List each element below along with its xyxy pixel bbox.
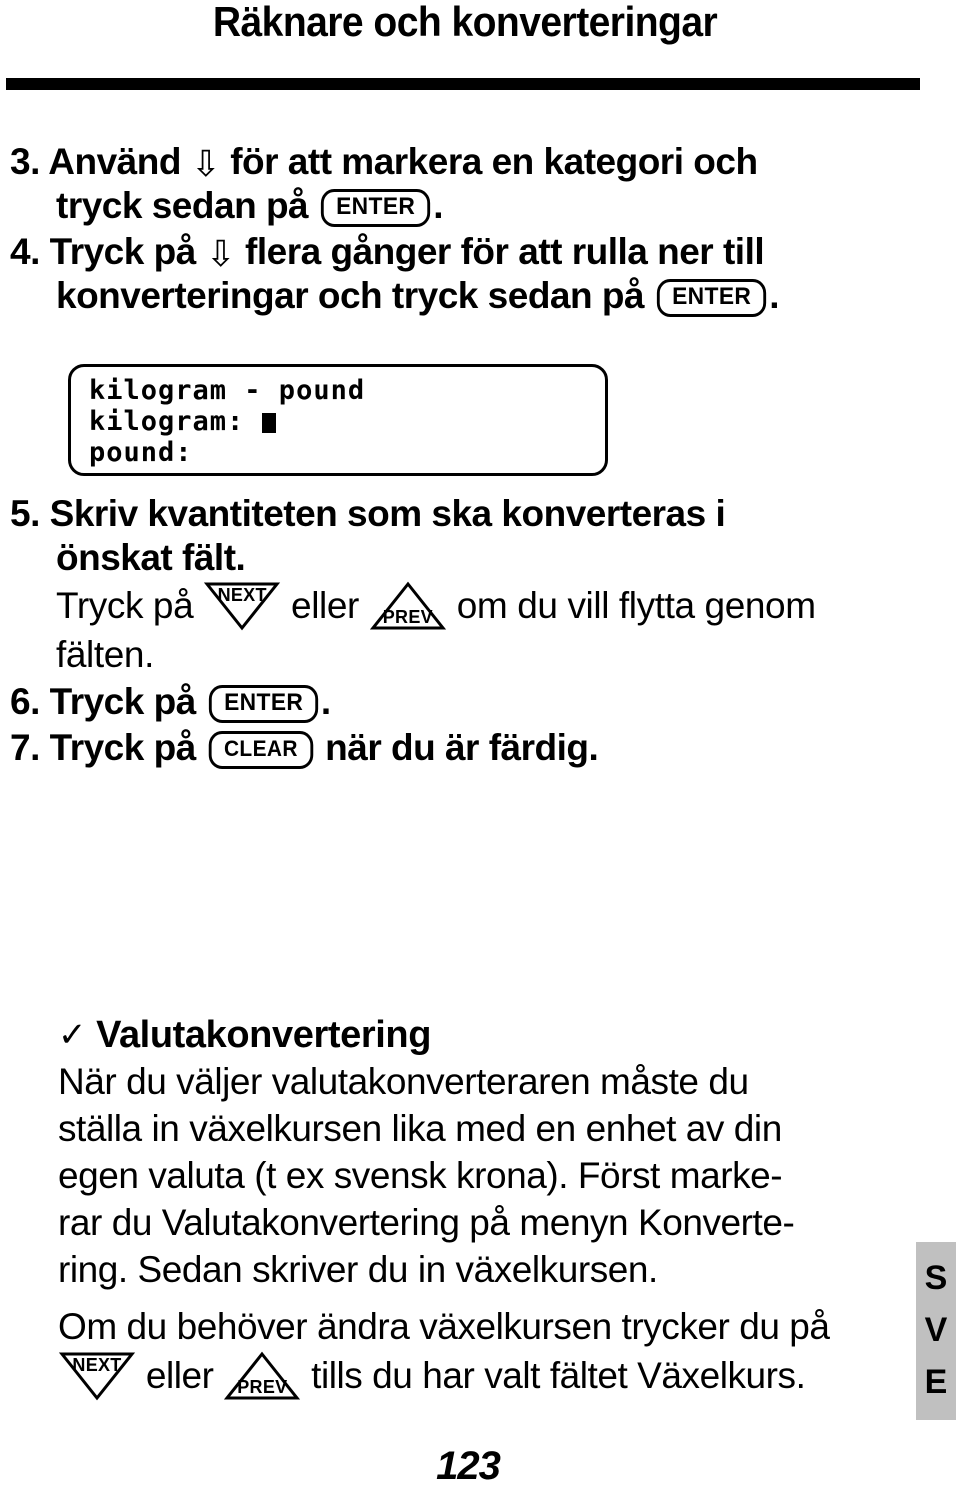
lcd-line-1: kilogram - pound xyxy=(89,375,366,406)
title-divider-rule xyxy=(6,78,920,90)
down-arrow-icon: ⇩ xyxy=(205,233,236,274)
cursor-block-icon xyxy=(261,413,276,433)
step-4: 4. Tryck på ⇩ flera gånger för att rulla… xyxy=(10,230,940,318)
step-3-text-after-key: . xyxy=(433,185,444,226)
side-tab-letters: S V E xyxy=(916,1252,956,1408)
next-key-label: NEXT xyxy=(217,585,267,605)
section-heading-text: Valutakonvertering xyxy=(96,1014,432,1056)
paragraph-2-text-between: eller xyxy=(136,1355,224,1396)
paragraph-line: ställa in växelkursen lika med en enhet … xyxy=(58,1108,782,1149)
step-5-text-between: eller xyxy=(281,585,369,626)
enter-key-icon[interactable]: ENTER xyxy=(208,685,319,723)
side-tab-letter: V xyxy=(924,1311,948,1349)
enter-key-icon[interactable]: ENTER xyxy=(320,189,431,227)
next-key-icon[interactable]: NEXT xyxy=(203,580,281,632)
enter-key-icon[interactable]: ENTER xyxy=(656,279,767,317)
side-tab-letter: S xyxy=(924,1259,948,1297)
paragraph-line: ring. Sedan skriver du in växelkursen. xyxy=(58,1249,658,1290)
paragraph-line-with-keys: NEXT eller PREV tills du har valt fältet… xyxy=(58,1350,938,1402)
prev-key-label: PREV xyxy=(382,607,433,627)
paragraph-line: egen valuta (t ex svensk krona). Först m… xyxy=(58,1155,783,1196)
next-key-icon[interactable]: NEXT xyxy=(58,1350,136,1402)
lcd-line-3-label: pound: xyxy=(89,437,193,468)
step-5-line-1: Skriv kvantiteten som ska konverteras i xyxy=(49,493,726,534)
step-6-text-after-key: . xyxy=(320,681,331,722)
side-tab-letter: E xyxy=(924,1363,948,1401)
step-4-text-before-key: konverteringar och tryck sedan på xyxy=(56,275,654,316)
section-heading: ✓ Valutakonvertering xyxy=(58,1012,938,1058)
paragraph-line: När du väljer valutakonverteraren måste … xyxy=(58,1061,749,1102)
step-7-text-after-key: när du är färdig. xyxy=(315,727,599,768)
lcd-display-illustration: kilogram - pound kilogram: pound: xyxy=(68,364,608,476)
page-number-value: 123 xyxy=(436,1444,501,1488)
currency-conversion-section: ✓ Valutakonvertering När du väljer valuta… xyxy=(58,1012,938,1402)
next-key-label: NEXT xyxy=(72,1355,122,1375)
step-5: 5. Skriv kvantiteten som ska konverteras… xyxy=(10,492,940,678)
step-5-sub-line-1: Tryck på NEXT eller PREV om du vill flyt… xyxy=(10,580,940,632)
step-4-text-after-key: . xyxy=(769,275,779,316)
step-3-text-before-arrow: Använd xyxy=(48,141,191,182)
page-number: 123 xyxy=(0,1444,940,1489)
step-3: 3. Använd ⇩ för att markera en kategori … xyxy=(10,140,940,228)
checkmark-icon: ✓ xyxy=(58,1016,87,1054)
step-3-text-before-key: tryck sedan på xyxy=(56,185,318,226)
instruction-steps-list-continued: 5. Skriv kvantiteten som ska konverteras… xyxy=(10,492,940,772)
lcd-line-2-label: kilogram: xyxy=(89,406,245,437)
step-7: 7. Tryck på CLEAR när du är färdig. xyxy=(10,726,940,770)
prev-key-label: PREV xyxy=(237,1377,288,1397)
step-7-number: 7. xyxy=(10,727,40,768)
page-title: Räknare och konverteringar xyxy=(212,0,718,45)
manual-page: Räknare och konverteringar 3. Använd ⇩ f… xyxy=(0,0,960,1498)
clear-key-icon[interactable]: CLEAR xyxy=(208,731,313,769)
step-3-text-after-arrow: för att markera en kategori och xyxy=(220,141,758,182)
step-4-text-after-arrow: flera gånger för att rulla ner till xyxy=(235,231,765,272)
step-5-sub-line-2: fälten. xyxy=(56,634,154,675)
step-7-text-before-key: Tryck på xyxy=(49,727,206,768)
step-3-number: 3. xyxy=(10,141,40,182)
paragraph-line: Om du behöver ändra växelkursen trycker … xyxy=(58,1306,830,1347)
step-6: 6. Tryck på ENTER. xyxy=(10,680,940,724)
step-5-number: 5. xyxy=(10,493,40,534)
step-4-text-before-arrow: Tryck på xyxy=(49,231,206,272)
lcd-text-area: kilogram - pound kilogram: pound: xyxy=(89,375,365,468)
paragraph-line: rar du Valutakonvertering på menyn Konve… xyxy=(58,1202,795,1243)
language-side-tab: S V E xyxy=(916,1242,956,1420)
step-4-number: 4. xyxy=(10,231,40,272)
step-5-text-before-next: Tryck på xyxy=(56,585,204,626)
step-5-text-after-prev: om du vill flytta genom xyxy=(446,585,816,626)
section-paragraph-2: Om du behöver ändra växelkursen trycker … xyxy=(58,1303,938,1402)
step-6-number: 6. xyxy=(10,681,40,722)
instruction-steps-list: 3. Använd ⇩ för att markera en kategori … xyxy=(10,140,940,320)
prev-key-icon[interactable]: PREV xyxy=(369,580,447,632)
prev-key-icon[interactable]: PREV xyxy=(223,1350,301,1402)
section-paragraph-1: När du väljer valutakonverteraren måste … xyxy=(58,1058,938,1293)
down-arrow-icon: ⇩ xyxy=(190,143,221,184)
step-5-line-2: önskat fält. xyxy=(56,537,246,578)
step-6-text-before-key: Tryck på xyxy=(49,681,206,722)
paragraph-2-text-after-prev: tills du har valt fältet Växelkurs. xyxy=(301,1355,806,1396)
